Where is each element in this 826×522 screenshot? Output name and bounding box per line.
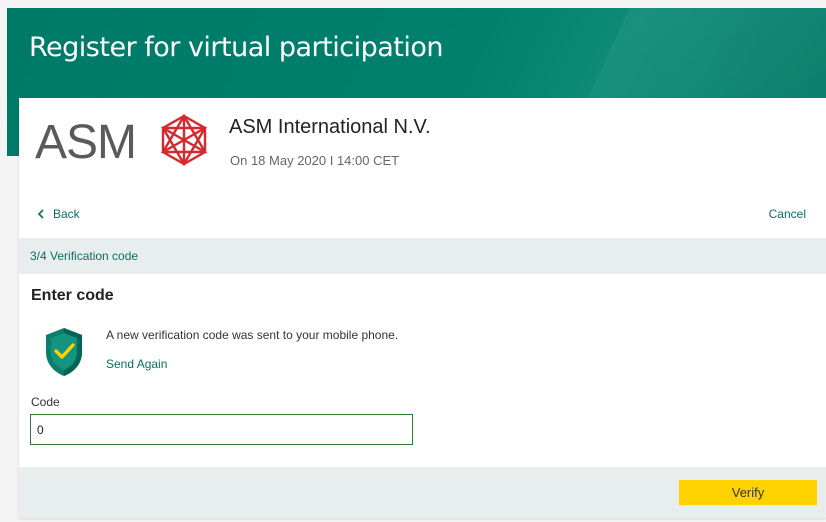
wizard-nav: Back Cancel [19,202,826,226]
back-label: Back [53,207,80,221]
registration-card: ASM ASM International N.V. On 18 May 202… [19,98,826,518]
logo-mark [160,113,208,167]
code-input[interactable] [30,414,413,445]
page: Register for virtual participation ASM A… [0,0,826,522]
send-again-link[interactable]: Send Again [106,357,167,371]
form-footer: Verify [19,467,826,518]
chevron-left-icon [37,209,44,219]
asm-logo-icon: ASM [35,113,208,169]
page-title: Register for virtual participation [29,32,444,63]
section-title: Enter code [31,287,114,304]
logo-text: ASM [35,116,136,169]
event-date: On 18 May 2020 I 14:00 CET [230,153,400,168]
step-indicator: 3/4 Verification code [19,238,826,274]
back-link[interactable]: Back [37,207,80,221]
notice-text: A new verification code was sent to your… [106,328,399,342]
company-header: ASM ASM International N.V. On 18 May 202… [19,98,826,188]
step-label: 3/4 Verification code [30,249,139,263]
company-name: ASM International N.V. [229,116,431,138]
cancel-link[interactable]: Cancel [769,207,806,221]
verify-button[interactable]: Verify [679,480,817,505]
shield-check-icon [46,328,82,376]
code-label: Code [31,395,60,409]
asm-logo: ASM [35,112,208,170]
verification-notice: A new verification code was sent to your… [43,326,643,386]
